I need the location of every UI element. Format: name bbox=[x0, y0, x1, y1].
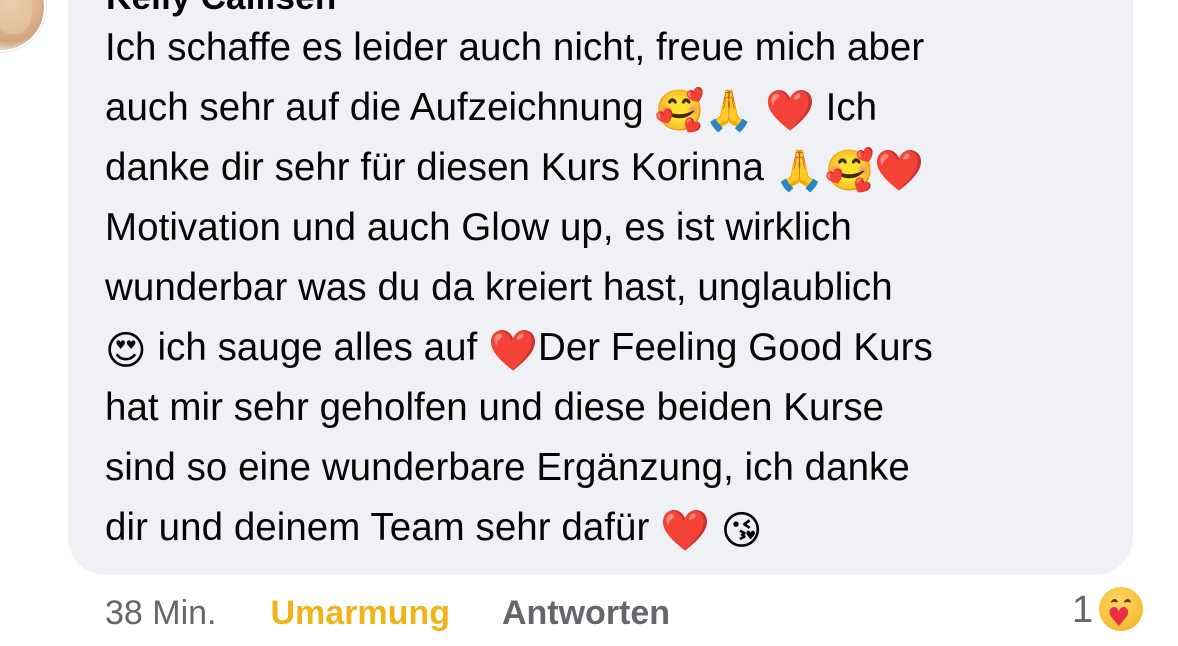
care-hug-reaction-icon: ♥ bbox=[1096, 585, 1146, 635]
comment-line: wunderbar was du da kreiert hast, unglau… bbox=[105, 258, 1115, 318]
comment-actions: 38 Min. Umarmung Antworten bbox=[105, 588, 670, 638]
folded-hands-icon: 🙏 bbox=[774, 148, 825, 194]
comment-line: 😍 ich sauge alles auf ❤️Der Feeling Good… bbox=[105, 318, 1115, 378]
heart-eyes-icon: 😍 bbox=[105, 328, 147, 374]
comment-text-segment: dir und deinem Team sehr dafür bbox=[105, 506, 661, 549]
author-avatar[interactable] bbox=[0, 0, 44, 50]
comment-text-segment: Ich schaffe es leider auch nicht, freue … bbox=[105, 26, 925, 69]
folded-hands-icon: 🙏 bbox=[704, 88, 755, 134]
comment-line: sind so eine wunderbare Ergänzung, ich d… bbox=[105, 438, 1115, 498]
comment-text-segment: wunderbar was du da kreiert hast, unglau… bbox=[105, 266, 893, 309]
red-heart-icon: ❤️ bbox=[764, 88, 815, 134]
comment-text-segment bbox=[754, 86, 765, 129]
face-blowing-kiss-icon: 😘 bbox=[720, 508, 763, 554]
comment-text-segment bbox=[710, 506, 721, 549]
red-heart-icon: ❤️ bbox=[660, 508, 710, 554]
comment-line: hat mir sehr geholfen und diese beiden K… bbox=[105, 378, 1115, 438]
comment-text-segment: hat mir sehr geholfen und diese beiden K… bbox=[105, 386, 885, 429]
comment-text-segment: Der Feeling Good Kurs bbox=[537, 326, 933, 369]
comment-line: Ich schaffe es leider auch nicht, freue … bbox=[105, 18, 1115, 78]
comment-timestamp[interactable]: 38 Min. bbox=[105, 594, 217, 633]
comment-text-segment: ich sauge alles auf bbox=[146, 326, 489, 369]
comment-text-segment: sind so eine wunderbare Ergänzung, ich d… bbox=[105, 446, 910, 489]
comment-text-segment: Motivation und auch Glow up, es ist wirk… bbox=[105, 206, 852, 249]
comment-text-segment: Ich bbox=[814, 86, 878, 129]
smiling-face-with-hearts-icon: 🥰 bbox=[824, 148, 875, 194]
reply-button[interactable]: Antworten bbox=[502, 594, 670, 633]
comment-line: danke dir sehr für diesen Kurs Korinna 🙏… bbox=[105, 138, 1115, 198]
comment-text-segment: danke dir sehr für diesen Kurs Korinna bbox=[105, 146, 775, 189]
reaction-summary[interactable]: 1 ♥ bbox=[1072, 584, 1146, 636]
comment-author-name[interactable]: Kelly Callisen bbox=[106, 0, 336, 18]
red-heart-icon: ❤️ bbox=[874, 148, 925, 194]
reaction-button[interactable]: Umarmung bbox=[271, 594, 450, 633]
red-heart-icon: ❤️ bbox=[488, 328, 538, 374]
reaction-count: 1 bbox=[1072, 588, 1094, 631]
comment-line: auch sehr auf die Aufzeichnung 🥰🙏 ❤️ Ich bbox=[105, 78, 1115, 138]
comment-line: dir und deinem Team sehr dafür ❤️ 😘 bbox=[105, 498, 1115, 558]
comment-text: Ich schaffe es leider auch nicht, freue … bbox=[105, 18, 1115, 558]
comment-line: Motivation und auch Glow up, es ist wirk… bbox=[105, 198, 1115, 258]
comment-screen: Kelly Callisen Ich schaffe es leider auc… bbox=[0, 0, 1178, 646]
smiling-face-with-hearts-icon: 🥰 bbox=[654, 88, 705, 134]
comment-text-segment: auch sehr auf die Aufzeichnung bbox=[105, 86, 655, 129]
